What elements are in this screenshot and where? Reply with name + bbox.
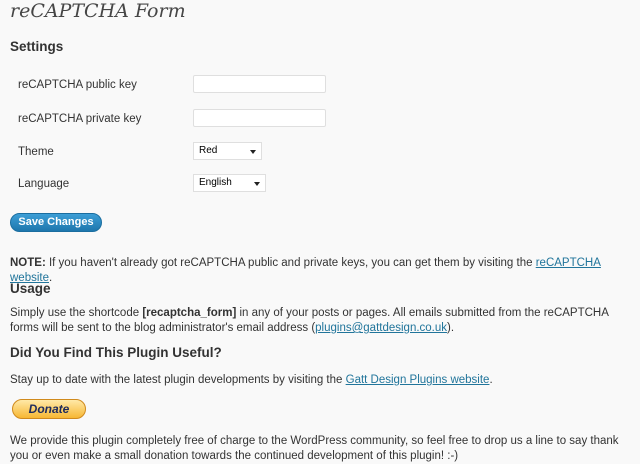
shortcode: [recaptcha_form] [142,307,237,319]
plugin-text-1: Stay up to date with the latest plugin d… [10,374,346,386]
public-key-label: reCAPTCHA public key [18,79,137,91]
chevron-down-icon [250,150,256,154]
usage-paragraph: Simply use the shortcode [recaptcha_form… [10,306,632,336]
private-key-input[interactable] [193,109,326,127]
email-link[interactable]: plugins@gattdesign.co.uk [315,322,447,334]
note-bold: NOTE: [10,257,46,269]
plugin-text-2: . [489,374,493,386]
save-changes-button[interactable]: Save Changes [10,213,102,232]
usage-text-3: ). [447,322,455,334]
settings-heading: Settings [10,39,64,54]
language-select[interactable]: English [193,174,266,192]
usage-heading: Usage [10,281,51,296]
theme-select-value: Red [199,145,218,156]
note-text: If you haven't already got reCAPTCHA pub… [45,257,536,269]
theme-select[interactable]: Red [193,142,262,160]
plugin-useful-heading: Did You Find This Plugin Useful? [10,345,222,360]
theme-label: Theme [18,146,54,158]
chevron-down-icon [254,182,260,186]
note-paragraph: NOTE: If you haven't already got reCAPTC… [10,256,632,286]
page-title: reCAPTCHA Form [10,0,186,22]
donate-button[interactable]: Donate [12,399,86,419]
public-key-input[interactable] [193,75,326,93]
private-key-label: reCAPTCHA private key [18,113,142,125]
footer-paragraph: We provide this plugin completely free o… [10,435,619,462]
usage-text-1: Simply use the shortcode [10,307,143,319]
language-select-value: English [199,177,232,188]
plugin-paragraph: Stay up to date with the latest plugin d… [10,373,632,388]
language-label: Language [18,178,70,190]
gatt-design-plugins-link[interactable]: Gatt Design Plugins website [346,374,490,386]
